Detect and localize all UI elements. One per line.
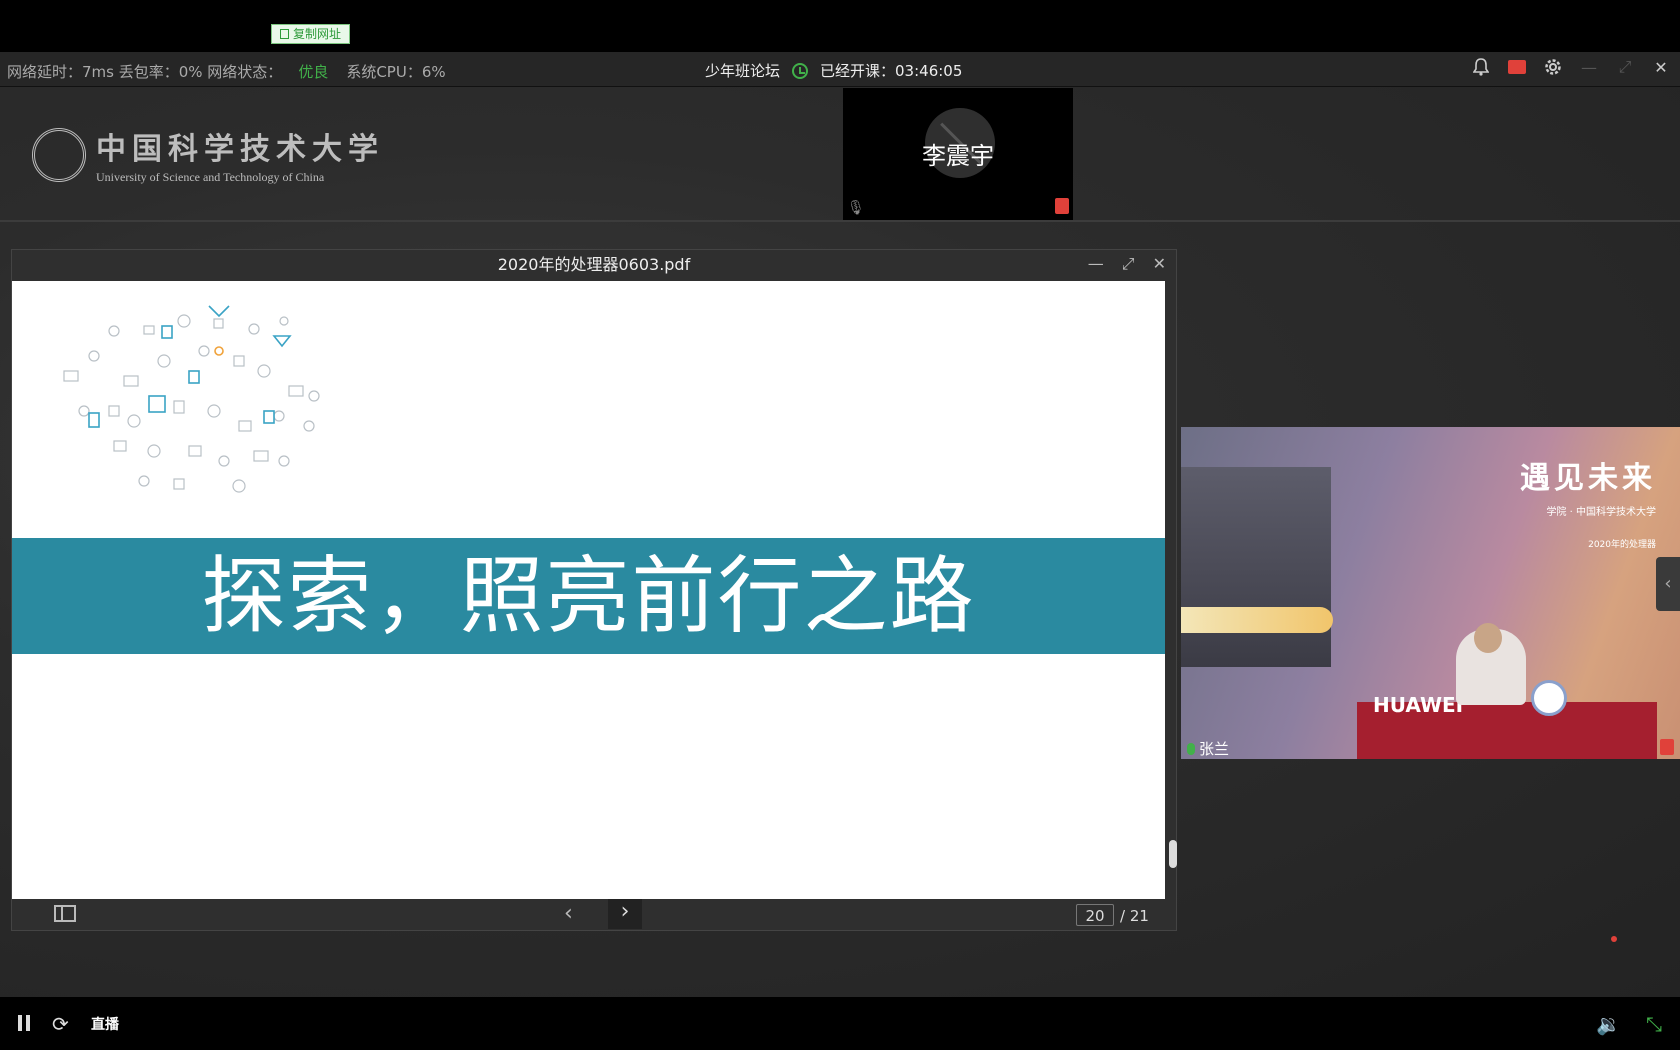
speaker-label: 张兰 (1187, 738, 1229, 759)
pdf-viewer-window[interactable]: 2020年的处理器0603.pdf — ⤢ ✕ 探索，照亮前行之路 ‹ › 20… (11, 249, 1177, 931)
stage-divider (0, 220, 1680, 222)
video-backdrop-topic: 2020年的处理器 (1588, 540, 1656, 550)
live-label: 直播 (91, 1017, 119, 1033)
maximize-icon[interactable]: ⤢ (1614, 56, 1636, 78)
network-stats-text: 网络延时：7ms 丢包率：0% 网络状态： (7, 63, 283, 81)
clock-icon (792, 62, 809, 79)
copy-icon (280, 29, 289, 39)
video-backdrop-title: 遇见未来 (1520, 461, 1656, 496)
speaker-video-tile[interactable]: 遇见未来 学院 · 中国科学技术大学 2020年的处理器 HUAWEI 张兰 (1181, 427, 1680, 759)
bell-icon[interactable] (1470, 56, 1492, 78)
university-logo: 中国科学技术大学 University of Science and Techn… (32, 124, 384, 185)
logo-chinese: 中国科学技术大学 (96, 132, 384, 167)
course-info: 少年班论坛 已经开课：03:46:05 (705, 60, 962, 81)
next-page-button[interactable]: › (608, 899, 642, 929)
logo-english: University of Science and Technology of … (96, 170, 325, 184)
slide-banner-text: 探索，照亮前行之路 (201, 547, 976, 645)
collapse-panel-button[interactable]: ‹ (1656, 557, 1680, 611)
participant-tile[interactable]: 李震宇 🎙 (843, 88, 1073, 220)
copy-url-button[interactable]: 复制网址 (271, 24, 351, 44)
speaker-status-icon (1660, 739, 1674, 755)
player-bar (0, 997, 1680, 1050)
pdf-scrollbar-thumb[interactable] (1169, 840, 1177, 868)
video-university-seal (1531, 680, 1567, 716)
video-speaker-head (1474, 623, 1502, 653)
decorative-icon-cloud (63, 305, 320, 493)
video-building (1181, 467, 1331, 667)
mic-icon (1187, 742, 1195, 755)
pdf-window-controls: — ⤢ ✕ (1088, 254, 1166, 274)
top-strip (0, 0, 1680, 52)
video-train (1181, 607, 1333, 633)
pause-button[interactable] (18, 1015, 30, 1031)
minimize-icon[interactable]: — (1578, 56, 1600, 78)
participant-name: 李震宇 (922, 142, 994, 170)
page-total: / 21 (1120, 907, 1149, 925)
course-name: 少年班论坛 (705, 62, 781, 80)
record-icon[interactable] (1506, 56, 1528, 78)
video-brand: HUAWEI (1373, 693, 1464, 717)
pdf-title: 2020年的处理器0603.pdf (497, 255, 691, 274)
slide-banner: 探索，照亮前行之路 (12, 538, 1165, 654)
previous-page-button[interactable]: ‹ (564, 901, 573, 926)
gear-icon[interactable] (1542, 56, 1564, 78)
refresh-icon[interactable]: ⟳ (52, 1012, 69, 1036)
pdf-minimize-icon[interactable]: — (1088, 254, 1104, 274)
hand-status-icon (1055, 198, 1069, 214)
close-icon[interactable]: ✕ (1650, 56, 1672, 78)
pdf-toolbar: ‹ › 20 / 21 (12, 899, 1176, 931)
exit-fullscreen-icon[interactable]: ⤡ (1646, 1012, 1662, 1036)
pdf-scrollbar-track[interactable] (1167, 281, 1176, 899)
window-controls: — ⤢ ✕ (1470, 56, 1672, 78)
cpu-usage: 系统CPU：6% (346, 63, 446, 81)
pdf-fullscreen-icon[interactable]: ⤢ (1122, 254, 1135, 274)
video-backdrop-subtitle: 学院 · 中国科学技术大学 (1546, 507, 1656, 518)
pdf-close-icon[interactable]: ✕ (1153, 254, 1166, 274)
speaker-name: 张兰 (1199, 740, 1230, 758)
thumbnail-sidebar-icon[interactable] (54, 905, 76, 922)
network-stats: 网络延时：7ms 丢包率：0% 网络状态： 优良 系统CPU：6% (7, 61, 446, 82)
pointer-dot (1611, 936, 1617, 942)
university-seal-icon (32, 127, 86, 182)
network-state-value: 优良 (298, 63, 329, 81)
current-page-input[interactable]: 20 (1076, 904, 1114, 926)
volume-icon[interactable]: 🔉 (1596, 1012, 1621, 1036)
pdf-page[interactable]: 探索，照亮前行之路 (12, 281, 1165, 899)
mic-muted-icon: 🎙 (847, 200, 865, 216)
elapsed-time: 已经开课：03:46:05 (820, 62, 963, 80)
copy-url-label: 复制网址 (293, 27, 342, 41)
